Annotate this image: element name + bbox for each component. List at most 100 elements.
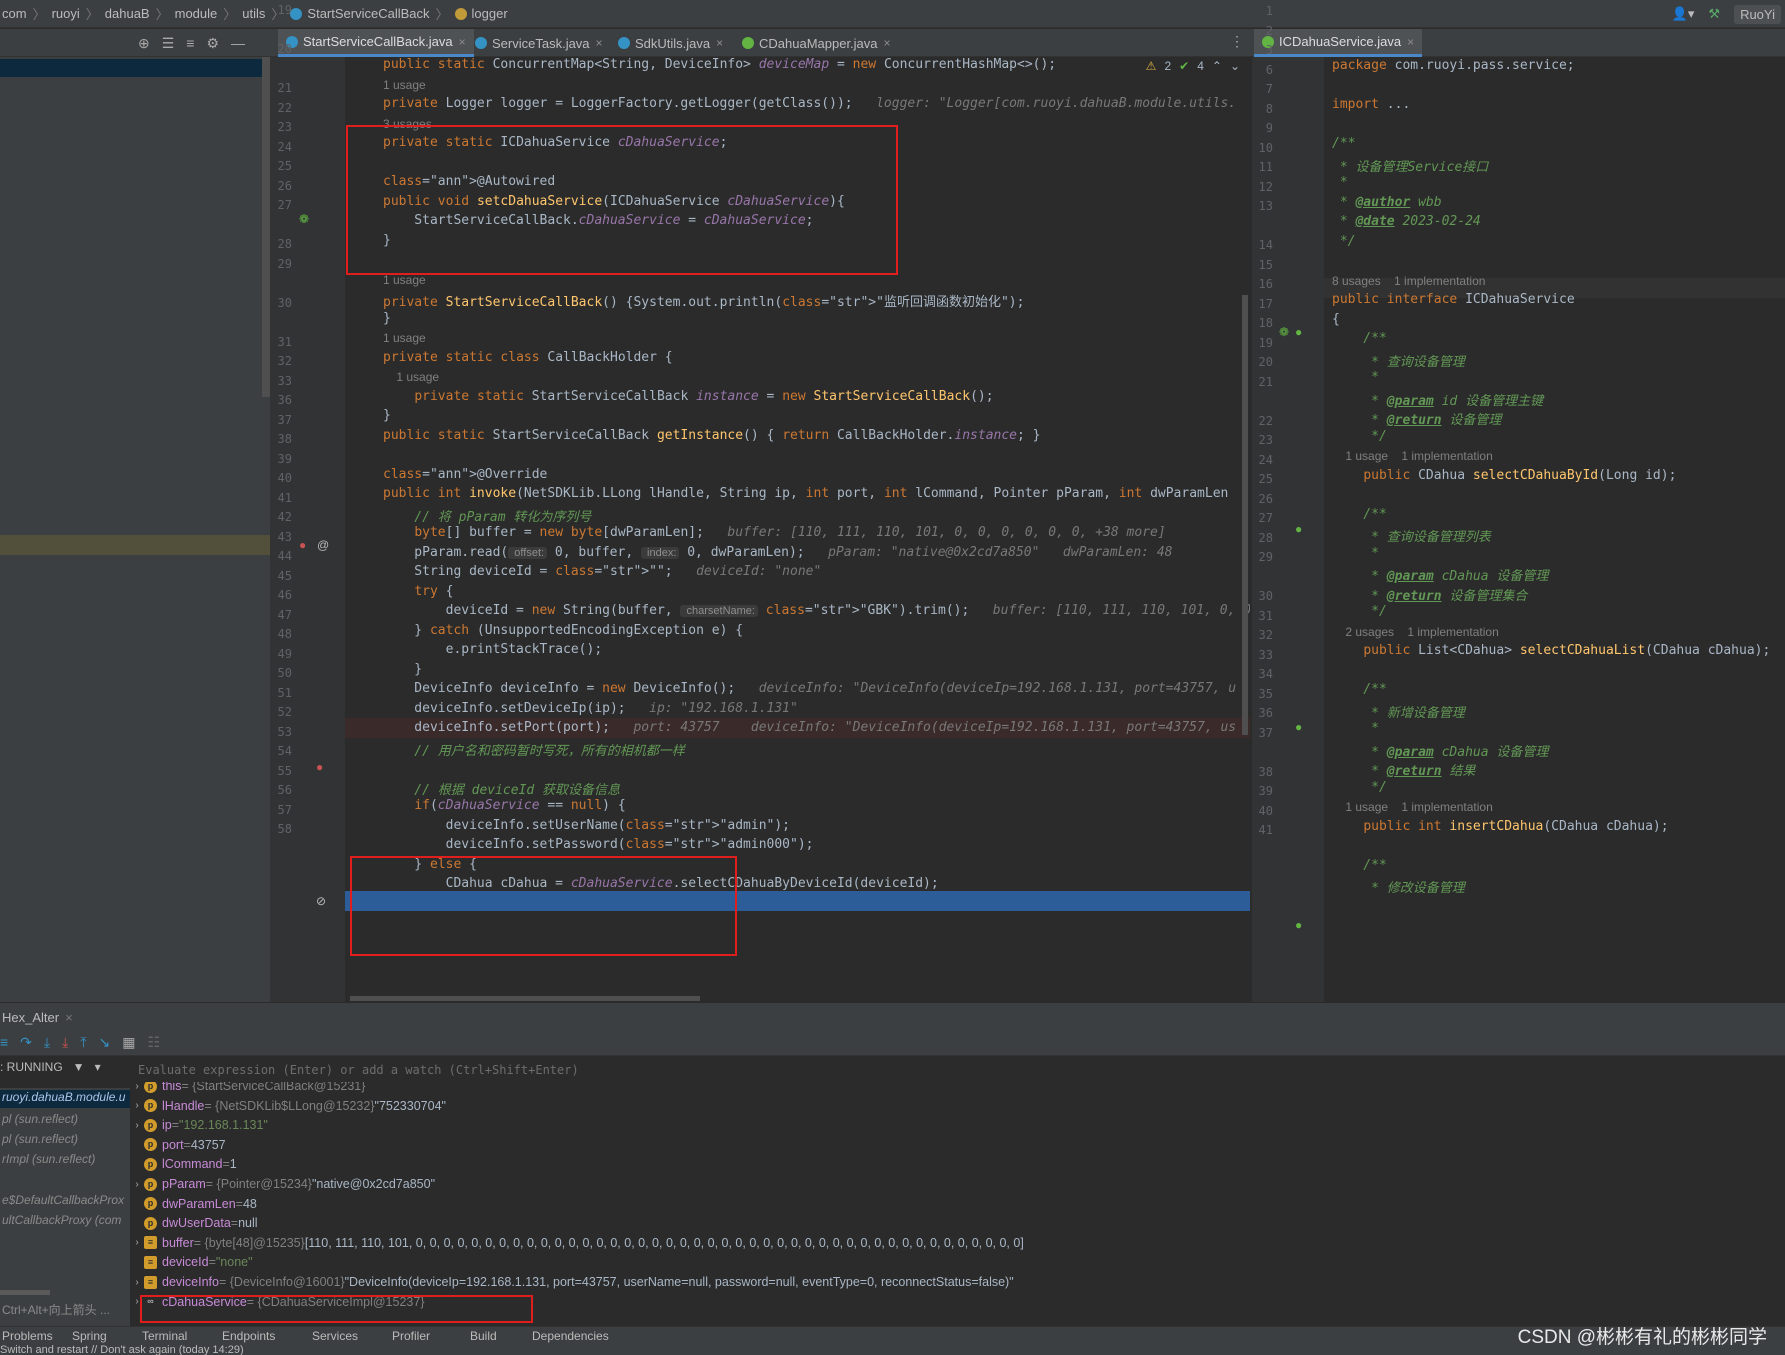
expand-all-icon[interactable]: ☰: [162, 35, 175, 52]
code-line[interactable]: e.printStackTrace();: [383, 642, 603, 657]
breadcrumb-item[interactable]: module: [175, 6, 218, 21]
code-line[interactable]: package com.ruoyi.pass.service;: [1332, 58, 1575, 73]
tool-window-tab[interactable]: Terminal: [142, 1327, 187, 1345]
close-icon[interactable]: ×: [459, 35, 466, 49]
code-line[interactable]: deviceInfo.setUserName(class="str">"admi…: [383, 818, 790, 833]
crosshair-icon[interactable]: ⊕: [138, 35, 150, 52]
code-line[interactable]: }: [383, 311, 391, 326]
code-line[interactable]: * 设备管理Service接口: [1332, 156, 1488, 175]
chevron-right-icon[interactable]: ›: [130, 1100, 144, 1111]
frame-item[interactable]: ruoyi.dahuaB.module.u: [0, 1090, 130, 1108]
breadcrumb-item[interactable]: ruoyi: [52, 6, 80, 21]
chevron-up-icon[interactable]: ⌃: [1212, 59, 1222, 73]
variable-row[interactable]: › ≡ buffer = {byte[48]@15235} [110, 111, 1…: [130, 1233, 1023, 1253]
tool-window-tab[interactable]: Build: [470, 1327, 497, 1345]
code-line[interactable]: * @return 设备管理集合: [1332, 585, 1527, 604]
code-line[interactable]: *: [1332, 546, 1379, 561]
frame-item[interactable]: pl (sun.reflect): [2, 1112, 78, 1126]
code-line[interactable]: // 用户名和密码暂时写死，所有的相机都一样: [383, 740, 685, 759]
code-line[interactable]: public int invoke(NetSDKLib.LLong lHandl…: [383, 486, 1228, 501]
breadcrumb-item[interactable]: dahuaB: [105, 6, 150, 21]
code-line[interactable]: *: [1332, 175, 1348, 190]
variable-row[interactable]: ≡ deviceId = "none": [130, 1252, 253, 1272]
tool-window-tab[interactable]: Endpoints: [222, 1327, 275, 1345]
scrollbar[interactable]: [0, 1290, 50, 1295]
bean-icon[interactable]: ❁: [1279, 325, 1289, 339]
code-line[interactable]: */: [1332, 429, 1387, 444]
code-line[interactable]: *: [1332, 370, 1379, 385]
close-icon[interactable]: ×: [596, 36, 603, 50]
code-line[interactable]: private StartServiceCallBack() {System.o…: [383, 291, 1024, 310]
usage-hint[interactable]: 1 usage 1 implementation: [1332, 449, 1492, 463]
variable-row[interactable]: › p lHandle = {NetSDKLib$LLong@15232} "752…: [130, 1096, 446, 1116]
code-line[interactable]: * 修改设备管理: [1332, 877, 1465, 896]
code-line[interactable]: }: [383, 662, 422, 677]
h-scrollbar[interactable]: [350, 996, 700, 1001]
code-line[interactable]: deviceId = new String(buffer, charsetNam…: [383, 603, 1250, 618]
code-line[interactable]: public static ConcurrentMap<String, Devi…: [383, 57, 1056, 72]
code-line[interactable]: * @return 设备管理: [1332, 409, 1501, 428]
code-line[interactable]: // 将 pParam 转化为序列号: [383, 506, 591, 525]
code-line[interactable]: private static class CallBackHolder {: [383, 350, 673, 365]
code-line[interactable]: * @author wbb: [1332, 195, 1442, 210]
chevron-right-icon[interactable]: ›: [130, 1179, 144, 1190]
variable-row[interactable]: p port = 43757: [130, 1135, 226, 1155]
code-line[interactable]: /**: [1332, 858, 1387, 873]
code-line[interactable]: public List<CDahua> selectCDahuaList(CDa…: [1332, 643, 1770, 658]
code-line[interactable]: */: [1332, 780, 1387, 795]
code-line[interactable]: class="ann">@Override: [383, 467, 547, 482]
more-icon[interactable]: ⋮: [1230, 33, 1244, 50]
tool-window-tab[interactable]: Problems: [2, 1327, 53, 1345]
implemented-icon[interactable]: ●: [1295, 522, 1302, 536]
code-line[interactable]: deviceInfo.setDeviceIp(ip); ip: "192.168…: [383, 701, 798, 716]
tool-window-tab[interactable]: Services: [312, 1327, 358, 1345]
code-line[interactable]: pParam.read( offset: 0, buffer, index: 0…: [383, 545, 1172, 560]
code-line[interactable]: * @param id 设备管理主键: [1332, 390, 1543, 409]
scrollbar[interactable]: [262, 57, 270, 397]
force-step-into-icon[interactable]: ⤓: [62, 1034, 68, 1051]
tab-icdahuaservice[interactable]: ICDahuaService.java ×: [1254, 29, 1423, 57]
code-line[interactable]: /**: [1332, 682, 1387, 697]
inspection-widget[interactable]: ⚠ 2 ✔ 4 ⌃ ⌄: [1146, 59, 1240, 73]
chevron-right-icon[interactable]: ›: [130, 1120, 144, 1131]
chevron-right-icon[interactable]: ›: [130, 1237, 144, 1248]
code-line[interactable]: public int insertCDahua(CDahua cDahua);: [1332, 819, 1668, 834]
code-line[interactable]: /**: [1332, 331, 1387, 346]
right-code-editor[interactable]: package com.ruoyi.pass.service; import ..…: [1324, 57, 1785, 1002]
code-line[interactable]: {: [1332, 312, 1340, 327]
code-line[interactable]: try {: [383, 584, 453, 599]
close-icon[interactable]: ×: [716, 36, 723, 50]
run-to-cursor-icon[interactable]: ↘: [99, 1034, 111, 1051]
variable-row[interactable]: p dwParamLen = 48: [130, 1194, 257, 1214]
step-over-icon[interactable]: ↷: [20, 1034, 32, 1051]
code-line[interactable]: deviceInfo.setPassword(class="str">"admi…: [383, 837, 814, 852]
run-config-selector[interactable]: RuoYi: [1734, 4, 1781, 24]
variable-row[interactable]: › p this = {StartServiceCallBack@15231}: [130, 1082, 365, 1096]
tool-window-tab[interactable]: Spring: [72, 1327, 107, 1345]
evaluate-expression-input[interactable]: Evaluate expression (Enter) or add a wat…: [138, 1063, 579, 1077]
code-line[interactable]: public CDahua selectCDahuaById(Long id);: [1332, 468, 1676, 483]
tab-sdkutils[interactable]: SdkUtils.java ×: [610, 29, 731, 57]
code-line[interactable]: */: [1332, 604, 1387, 619]
code-line[interactable]: import ...: [1332, 97, 1410, 112]
filter-icon[interactable]: ▼: [73, 1060, 85, 1074]
variable-row[interactable]: p lCommand = 1: [130, 1154, 237, 1174]
tool-window-tab[interactable]: Dependencies: [532, 1327, 609, 1345]
code-line[interactable]: * @param cDahua 设备管理: [1332, 741, 1548, 760]
disabled-breakpoint-icon[interactable]: ⊘: [316, 894, 326, 908]
trace-icon[interactable]: ☷: [147, 1034, 160, 1051]
implemented-icon[interactable]: ●: [1295, 720, 1302, 734]
usage-hint[interactable]: 2 usages 1 implementation: [1332, 625, 1498, 639]
build-hammer-icon[interactable]: ⚒: [1708, 6, 1720, 22]
frame-item[interactable]: rImpl (sun.reflect): [2, 1152, 95, 1166]
tab-cdahuamapper[interactable]: CDahuaMapper.java ×: [734, 29, 899, 57]
code-line[interactable]: * @return 结果: [1332, 760, 1475, 779]
breadcrumb-item[interactable]: logger: [472, 6, 508, 21]
chevron-down-icon[interactable]: ⌄: [1230, 59, 1240, 73]
close-icon[interactable]: ×: [884, 36, 891, 50]
code-line[interactable]: *: [1332, 721, 1379, 736]
frame-item[interactable]: e$DefaultCallbackProx: [2, 1193, 124, 1207]
code-line[interactable]: /**: [1332, 507, 1387, 522]
variable-row[interactable]: › p pParam = {Pointer@15234} "native@0x2cd…: [130, 1174, 435, 1194]
collapse-all-icon[interactable]: ≡: [186, 35, 194, 52]
